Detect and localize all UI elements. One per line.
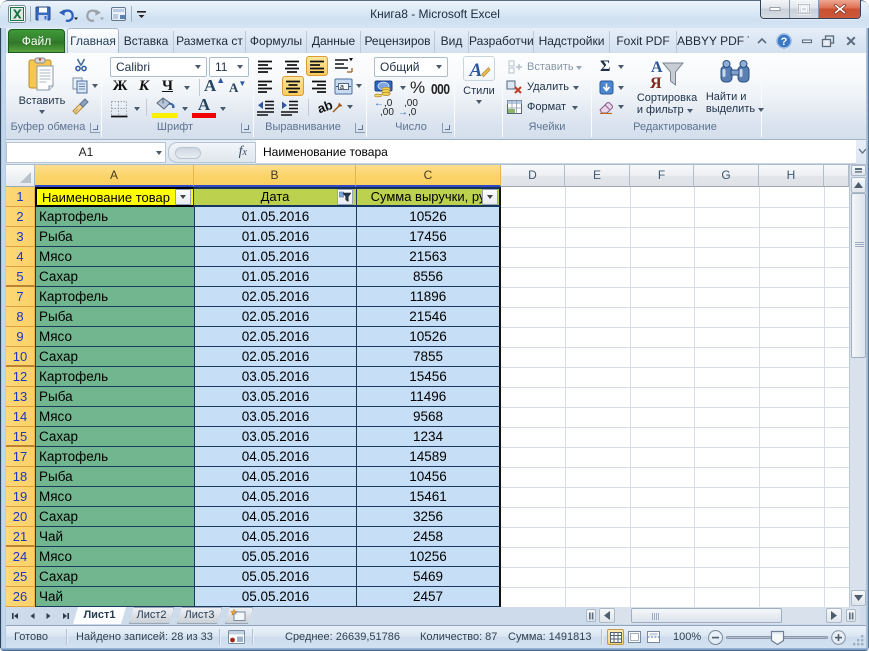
- svg-text:a: a: [340, 84, 344, 91]
- svg-text:Я: Я: [650, 75, 662, 90]
- svg-text:А: А: [651, 59, 663, 76]
- svg-text:?: ?: [781, 36, 788, 48]
- svg-text:ab: ab: [317, 97, 335, 116]
- svg-text:A: A: [468, 60, 482, 81]
